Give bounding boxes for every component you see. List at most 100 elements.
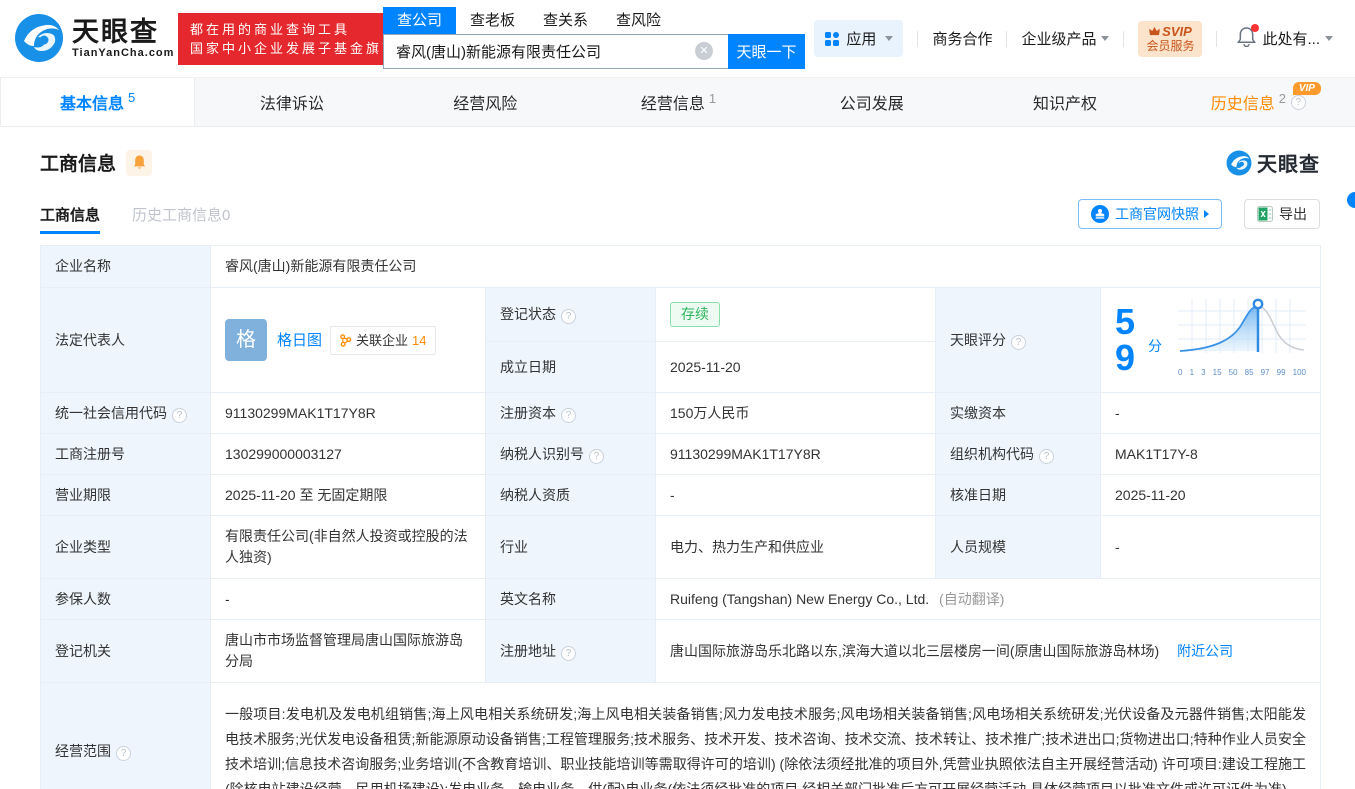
snapshot-label: 工商官网快照 — [1115, 204, 1199, 224]
tab-label: 知识产权 — [1033, 90, 1097, 114]
taxpayer-id-value: 91130299MAK1T17Y8R — [656, 434, 936, 475]
subtab-history-registration[interactable]: 历史工商信息0 — [132, 204, 230, 234]
tab-intellectual-property[interactable]: 知识产权 — [968, 78, 1161, 126]
org-network-icon — [339, 334, 352, 347]
search-input[interactable] — [383, 34, 728, 69]
tab-operating-risk[interactable]: 经营风险 — [389, 78, 582, 126]
legal-rep-avatar[interactable]: 格 — [225, 319, 267, 361]
score-value: 59 — [1115, 304, 1145, 376]
score-label: 天眼评分? — [936, 288, 1101, 393]
insured-value: - — [211, 579, 486, 620]
table-row: 法定代表人 格 格日图 关联企业 14 — [41, 288, 1321, 342]
subtab-current-registration[interactable]: 工商信息 — [40, 204, 100, 234]
nearby-companies-link[interactable]: 附近公司 — [1177, 643, 1233, 659]
tab-business-info[interactable]: 经营信息 1 — [582, 78, 775, 126]
company-type-value: 有限责任公司(非自然人投资或控股的法人独资) — [211, 516, 486, 579]
search-tab-company[interactable]: 查公司 — [383, 7, 456, 34]
company-type-label: 企业类型 — [41, 516, 211, 579]
crown-icon — [1149, 27, 1160, 36]
staff-size-value: - — [1101, 516, 1321, 579]
export-button[interactable]: 导出 — [1244, 199, 1320, 229]
notifications-button[interactable] — [1237, 27, 1256, 51]
svip-member-button[interactable]: SVIP 会员服务 — [1138, 21, 1202, 57]
tianyancha-logo-icon — [1226, 150, 1252, 176]
menu-biz-coop[interactable]: 商务合作 — [932, 28, 992, 49]
taxpayer-id-label: 纳税人识别号? — [486, 434, 656, 475]
paid-capital-value: - — [1101, 393, 1321, 434]
taxpayer-quals-value: - — [656, 475, 936, 516]
help-icon[interactable]: ? — [561, 646, 576, 661]
chevron-down-icon — [1101, 36, 1109, 41]
notification-dot — [1251, 24, 1259, 32]
reg-address-label: 注册地址? — [486, 620, 656, 683]
menu-enterprise[interactable]: 企业级产品 — [1021, 28, 1109, 49]
tab-company-development[interactable]: 公司发展 — [775, 78, 968, 126]
paid-capital-label: 实缴资本 — [936, 393, 1101, 434]
search-tab-boss[interactable]: 查老板 — [456, 7, 529, 34]
section-subtabs: 工商信息 历史工商信息0 — [40, 204, 262, 234]
search-tab-relation[interactable]: 查关系 — [529, 7, 602, 34]
tab-label: 公司发展 — [840, 90, 904, 114]
industry-label: 行业 — [486, 516, 656, 579]
clear-search-icon[interactable]: ✕ — [695, 42, 713, 60]
svip-sub-label: 会员服务 — [1146, 39, 1194, 54]
english-name-value: Ruifeng (Tangshan) New Energy Co., Ltd. … — [656, 579, 1321, 620]
tab-count: 5 — [128, 90, 135, 105]
help-icon[interactable]: ? — [1291, 95, 1306, 110]
more-label: 此处有... — [1262, 28, 1320, 49]
company-name-value: 睿风(唐山)新能源有限责任公司 — [211, 246, 1321, 288]
reg-number-value: 130299000003127 — [211, 434, 486, 475]
help-icon[interactable]: ? — [1011, 335, 1026, 350]
tab-label: 基本信息 — [60, 90, 124, 114]
top-right-menu: 应用 商务合作 企业级产品 SVIP 会员服务 — [814, 20, 1333, 57]
help-icon[interactable]: ? — [116, 746, 131, 761]
section-watermark-logo: 天眼查 — [1226, 148, 1320, 177]
legal-rep-label: 法定代表人 — [41, 288, 211, 393]
business-term-value: 2025-11-20 至 无固定期限 — [211, 475, 486, 516]
watermark-text: 天眼查 — [1257, 148, 1320, 177]
tianyancha-logo[interactable]: 天眼查 TianYanCha.com — [14, 13, 174, 63]
search-tab-risk[interactable]: 查风险 — [602, 7, 675, 34]
top-header: 天眼查 TianYanCha.com 都在用的商业查询工具 国家中小企业发展子基… — [0, 0, 1355, 78]
stamp-icon — [1091, 205, 1109, 223]
tab-label: 法律诉讼 — [260, 90, 324, 114]
help-icon[interactable]: ? — [1039, 449, 1054, 464]
enterprise-label: 企业级产品 — [1021, 28, 1096, 49]
search-button[interactable]: 天眼一下 — [728, 34, 805, 69]
vip-badge: VIP — [1293, 82, 1321, 95]
help-icon[interactable]: ? — [172, 408, 187, 423]
taxpayer-quals-label: 纳税人资质 — [486, 475, 656, 516]
tab-basic-info[interactable]: 基本信息 5 — [0, 78, 195, 126]
tab-legal-proceedings[interactable]: 法律诉讼 — [195, 78, 388, 126]
status-badge: 存续 — [670, 302, 720, 327]
score-distribution-chart: 01 315 5085 9799 100 — [1178, 297, 1306, 383]
org-code-label: 组织机构代码? — [936, 434, 1101, 475]
reg-authority-label: 登记机关 — [41, 620, 211, 683]
tab-label: 经营信息 — [641, 90, 705, 114]
reg-number-label: 工商注册号 — [41, 434, 211, 475]
score-unit: 分 — [1148, 336, 1162, 357]
reg-status-value: 存续 — [656, 288, 936, 342]
help-icon[interactable]: ? — [561, 408, 576, 423]
related-companies-badge[interactable]: 关联企业 14 — [330, 326, 435, 355]
apps-menu[interactable]: 应用 — [814, 20, 903, 57]
help-icon[interactable]: ? — [561, 309, 576, 324]
industry-value: 电力、热力生产和供应业 — [656, 516, 936, 579]
reg-authority-value: 唐山市市场监督管理局唐山国际旅游岛分局 — [211, 620, 486, 683]
help-icon[interactable]: ? — [589, 449, 604, 464]
uscc-value: 91130299MAK1T17Y8R — [211, 393, 486, 434]
reg-status-label: 登记状态? — [486, 288, 656, 342]
official-snapshot-button[interactable]: 工商官网快照 — [1078, 199, 1222, 229]
related-count: 14 — [412, 330, 426, 351]
subscribe-bell-button[interactable] — [126, 150, 152, 176]
excel-icon — [1257, 206, 1273, 222]
estab-date-label: 成立日期 — [486, 342, 656, 393]
tab-history-info[interactable]: VIP 历史信息 2 ? — [1162, 78, 1355, 126]
export-label: 导出 — [1279, 204, 1307, 224]
tab-count: 1 — [709, 91, 716, 106]
approval-date-label: 核准日期 — [936, 475, 1101, 516]
score-cell: 59 分 — [1101, 288, 1321, 393]
menu-more[interactable]: 此处有... — [1262, 28, 1333, 49]
tab-count: 2 — [1279, 91, 1286, 106]
legal-rep-link[interactable]: 格日图 — [277, 330, 322, 351]
